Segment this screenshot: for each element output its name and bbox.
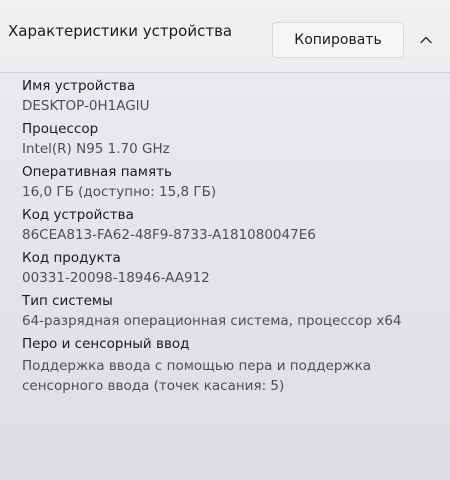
property-ram: Оперативная память 16,0 ГБ (доступно: 15… — [22, 164, 442, 200]
property-product-id: Код продукта 00331-20098-18946-AA912 — [22, 250, 442, 286]
property-value: 64-разрядная операционная система, проце… — [22, 313, 402, 329]
device-specifications-panel: Характеристики устройства Копировать Имя… — [0, 0, 450, 480]
property-label: Оперативная память — [22, 164, 172, 180]
property-label: Код устройства — [22, 207, 134, 223]
section-title: Характеристики устройства — [8, 22, 233, 40]
collapse-button[interactable] — [410, 24, 442, 56]
property-processor: Процессор Intel(R) N95 1.70 GHz — [22, 121, 442, 157]
property-label: Процессор — [22, 121, 99, 137]
property-device-name: Имя устройства DESKTOP-0H1AGIU — [22, 78, 442, 114]
property-value: DESKTOP-0H1AGIU — [22, 98, 150, 114]
chevron-up-icon — [420, 36, 432, 44]
copy-button[interactable]: Копировать — [272, 22, 404, 58]
property-label: Перо и сенсорный ввод — [22, 336, 190, 352]
property-device-id: Код устройства 86CEA813-FA62-48F9-8733-A… — [22, 207, 442, 243]
property-label: Имя устройства — [22, 78, 136, 94]
property-value: Intel(R) N95 1.70 GHz — [22, 141, 170, 157]
property-value: Поддержка ввода с помощью пера и поддерж… — [22, 358, 372, 394]
property-value: 00331-20098-18946-AA912 — [22, 270, 210, 286]
property-value: 16,0 ГБ (доступно: 15,8 ГБ) — [22, 184, 217, 200]
property-label: Код продукта — [22, 250, 121, 266]
property-value: 86CEA813-FA62-48F9-8733-A181080047E6 — [22, 227, 316, 243]
section-header[interactable]: Характеристики устройства Копировать — [0, 0, 450, 73]
property-pen-touch: Перо и сенсорный ввод Поддержка ввода с … — [22, 336, 442, 396]
property-label: Тип системы — [22, 293, 113, 309]
property-system-type: Тип системы 64-разрядная операционная си… — [22, 293, 442, 329]
properties-list: Имя устройства DESKTOP-0H1AGIU Процессор… — [22, 78, 442, 403]
